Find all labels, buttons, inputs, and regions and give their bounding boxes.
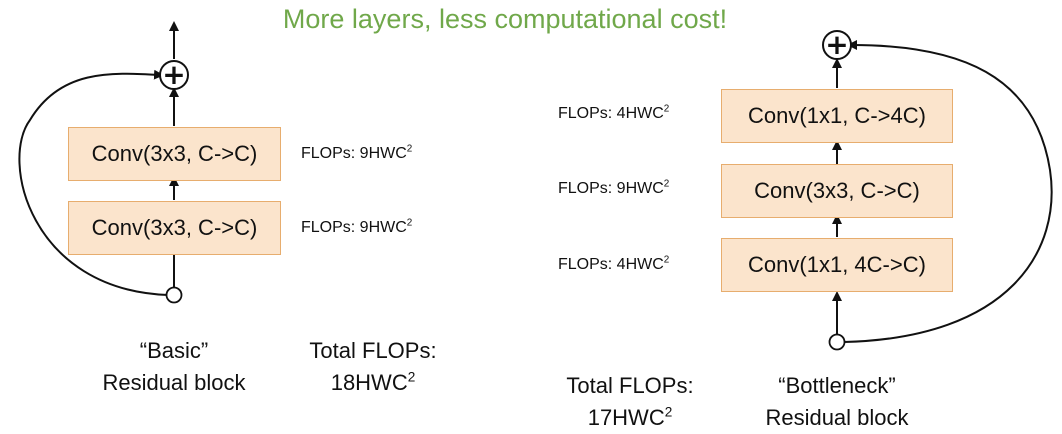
basic-caption: “Basic” Residual block: [74, 335, 274, 399]
bottleneck-input-node: [828, 333, 846, 351]
basic-caption-name: “Basic”: [139, 338, 209, 363]
bottleneck-conv-block-bottom: Conv(1x1, 4C->C): [721, 238, 953, 292]
bottleneck-total-value: 17HWC2: [587, 404, 673, 430]
basic-flops-bottom: FLOPs: 9HWC2: [301, 217, 413, 236]
bottleneck-conv-block-middle: Conv(3x3, C->C): [721, 164, 953, 218]
basic-total-flops: Total FLOPs: 18HWC2: [288, 335, 458, 399]
bottleneck-flops-bottom: FLOPs: 4HWC2: [558, 254, 670, 273]
basic-input-node: [165, 286, 183, 304]
basic-flops-top: FLOPs: 9HWC2: [301, 143, 413, 162]
bottleneck-caption-name: “Bottleneck”: [778, 373, 896, 398]
bottleneck-add-symbol: +: [825, 28, 848, 61]
bottleneck-caption-type: Residual block: [765, 405, 909, 430]
basic-caption-type: Residual block: [102, 370, 246, 395]
bottleneck-flops-top: FLOPs: 4HWC2: [558, 103, 670, 122]
bottleneck-total-flops: Total FLOPs: 17HWC2: [550, 370, 710, 434]
bottleneck-total-label: Total FLOPs:: [566, 373, 694, 398]
residual-block-diagram: More layers, less computational cost! + …: [0, 0, 1062, 432]
basic-add-symbol: +: [162, 58, 185, 91]
basic-skip-connection: [18, 69, 169, 296]
basic-total-value: 18HWC2: [330, 369, 416, 395]
bottleneck-caption: “Bottleneck” Residual block: [727, 370, 947, 434]
basic-total-label: Total FLOPs:: [309, 338, 437, 363]
bottleneck-conv-block-top: Conv(1x1, C->4C): [721, 89, 953, 143]
bottleneck-flops-middle: FLOPs: 9HWC2: [558, 178, 670, 197]
basic-conv-block-bottom: Conv(3x3, C->C): [68, 201, 281, 255]
basic-conv-block-top: Conv(3x3, C->C): [68, 127, 281, 181]
